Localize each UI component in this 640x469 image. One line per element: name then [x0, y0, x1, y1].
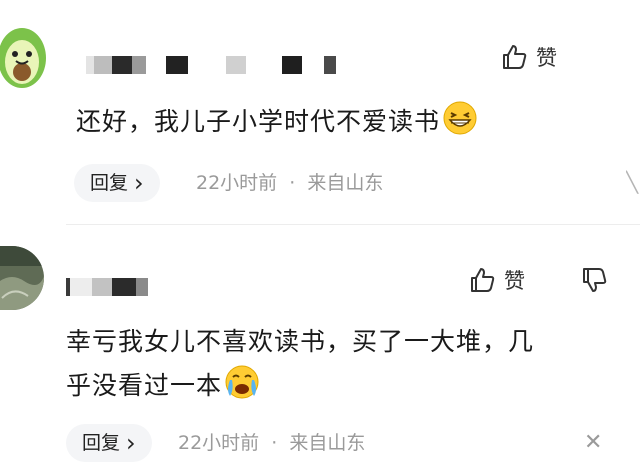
timestamp: 22小时前 [196, 172, 278, 194]
location: 来自山东 [289, 432, 366, 454]
location: 来自山东 [307, 172, 384, 194]
comment-text: 还好，我儿子小学时代不爱读书 [76, 100, 478, 150]
like-label: 赞 [504, 269, 525, 293]
chevron-right-icon: › [126, 429, 136, 457]
like-button-1[interactable]: 赞 [500, 42, 557, 72]
thumbs-down-icon [583, 268, 607, 292]
more-options-icon[interactable]: ╲ [626, 170, 640, 194]
close-icon[interactable]: ✕ [584, 430, 602, 456]
meta-separator: · [289, 172, 296, 194]
avocado-icon [0, 28, 46, 88]
reply-button-1[interactable]: 回复 › [74, 164, 160, 202]
avatar-avocado[interactable] [0, 22, 50, 90]
reply-button-2[interactable]: 回复 › [66, 424, 152, 462]
grinning-squinting-face-icon [442, 100, 478, 150]
comment-text: 幸亏我女儿不喜欢读书，买了一大堆，几 乎没看过一本 [66, 320, 640, 414]
thumbs-up-icon [503, 45, 527, 69]
meta-separator: · [271, 432, 278, 454]
dislike-button[interactable] [580, 265, 608, 299]
username-masked[interactable] [66, 278, 150, 296]
loudly-crying-face-icon [224, 364, 260, 414]
comment-meta: 22小时前 · 来自山东 [196, 164, 383, 202]
photo-avatar-icon [0, 246, 44, 310]
timestamp: 22小时前 [178, 432, 260, 454]
thumbs-up-icon [471, 268, 495, 292]
like-label: 赞 [536, 46, 557, 70]
username-masked[interactable] [86, 56, 356, 74]
divider [66, 224, 640, 225]
like-button-2[interactable]: 赞 [468, 265, 525, 295]
chevron-right-icon: › [134, 169, 144, 197]
avatar-photo[interactable] [0, 246, 44, 310]
comment-meta: 22小时前 · 来自山东 [178, 424, 365, 462]
